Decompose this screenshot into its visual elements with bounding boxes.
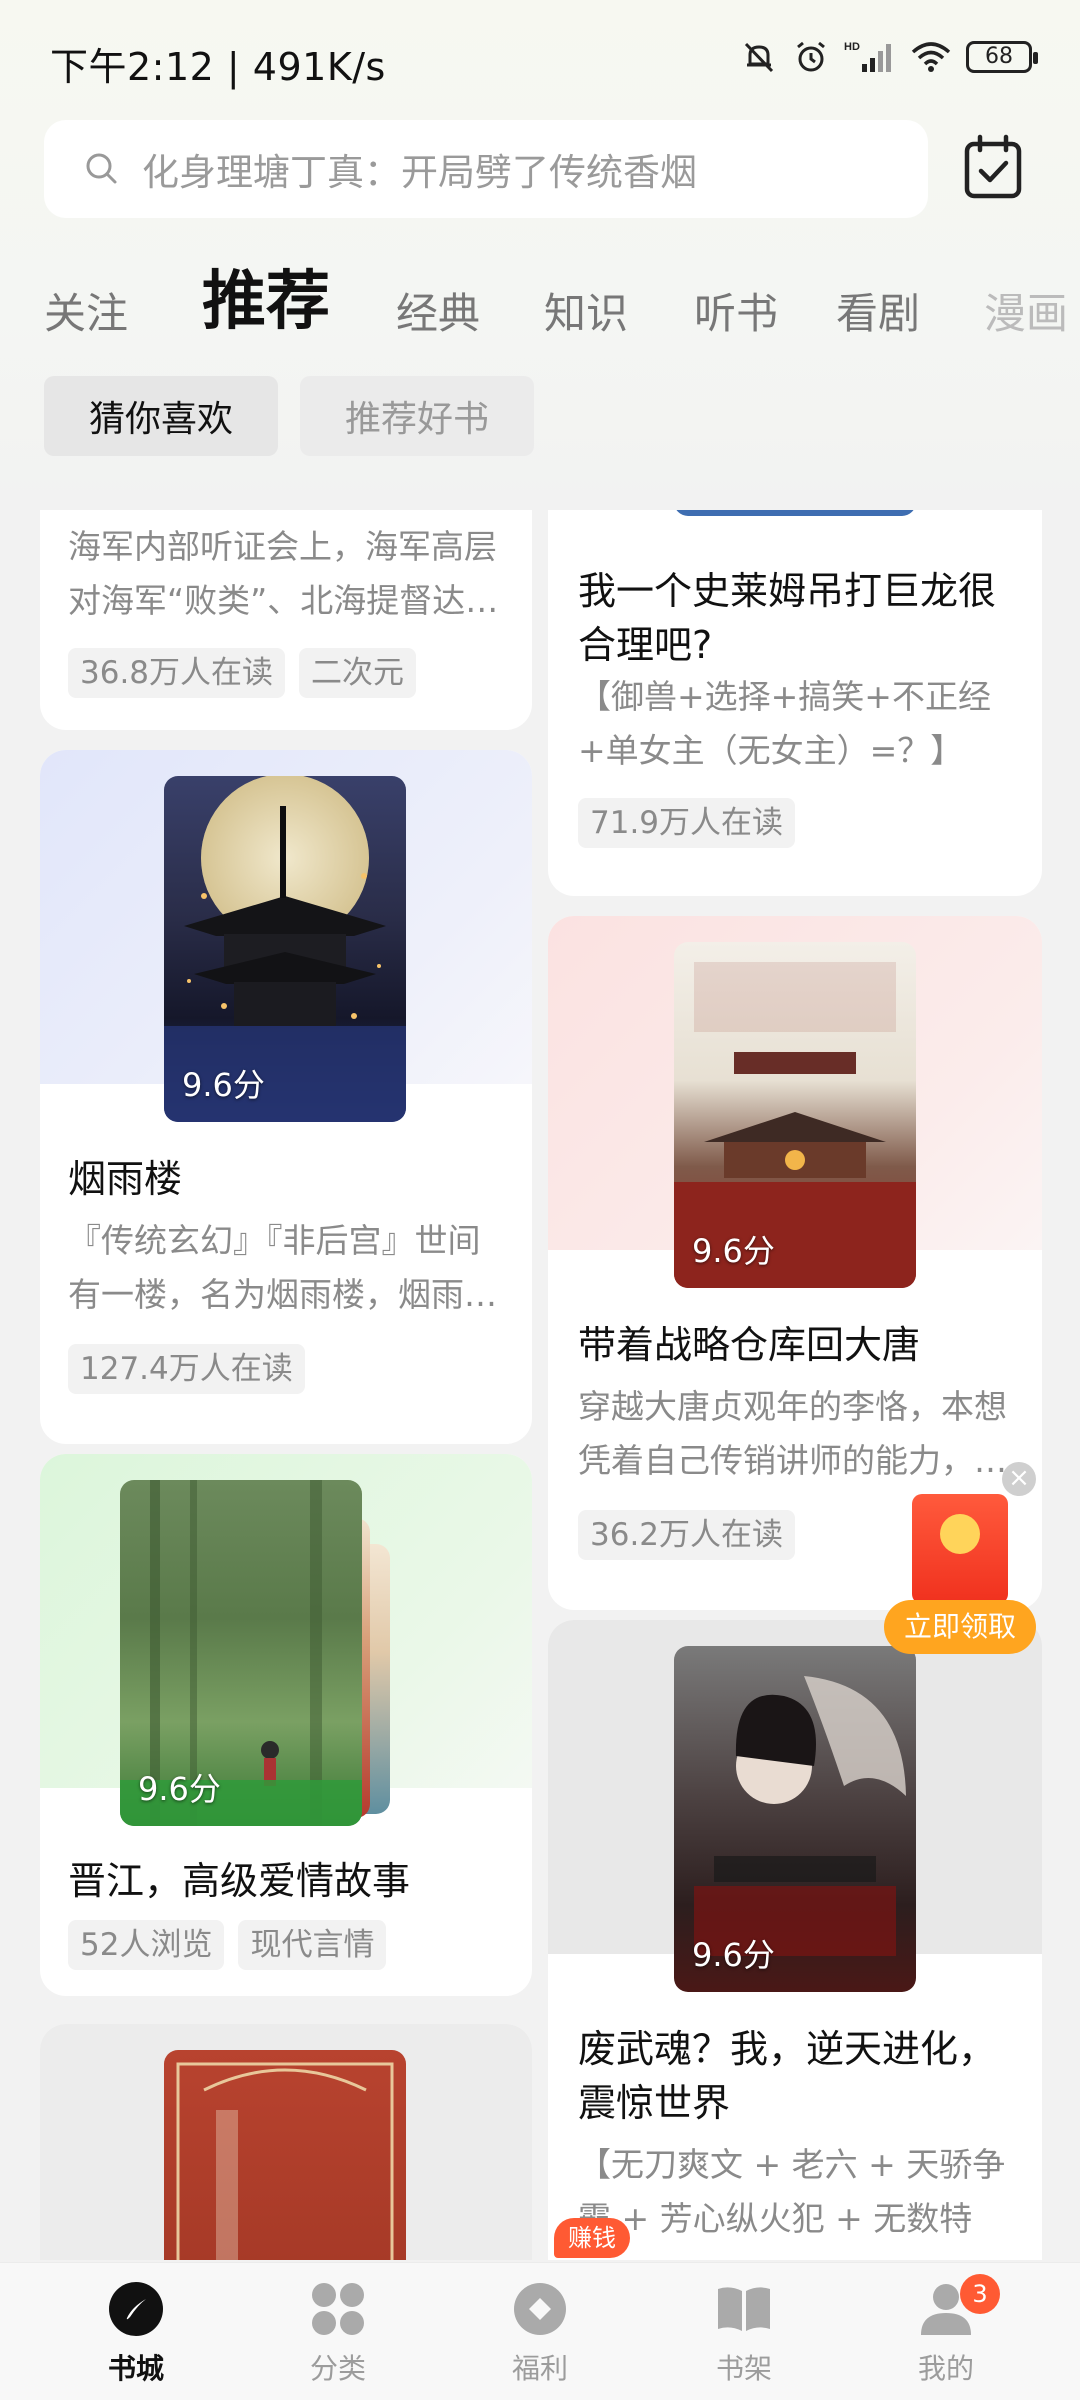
tab-classic[interactable]: 经典 (396, 280, 480, 340)
book-card[interactable]: 我一个史莱姆吊打巨龙很合理吧? 【御兽+选择+搞笑+不正经+单女主（无女主）=？… (548, 510, 1042, 896)
book-title: 带着战略仓库回大唐 (578, 1323, 921, 1367)
mute-bell-icon (744, 42, 774, 73)
book-card[interactable]: 9.6分 烟雨楼 『传统玄幻』『非后宫』世间有一楼，名为烟雨楼，烟雨… 127.… (40, 750, 532, 1444)
tab-recommend[interactable]: 推荐 (202, 250, 330, 340)
book-card[interactable]: 9.6分 废武魂？我，逆天进化，震惊世界 【无刀爽文 + 老六 + 天骄争霸 +… (548, 1620, 1042, 2260)
nav-label: 分类 (309, 2352, 366, 2385)
read-count-tag: 71.9万人在读 (578, 798, 796, 848)
coin-icon (940, 1514, 980, 1554)
genre-tag: 二次元 (299, 648, 417, 698)
wifi-icon (911, 42, 951, 72)
cover-art (176, 2062, 394, 2260)
book-description: 『传统玄幻』『非后宫』世间有一楼，名为烟雨楼，烟雨… (68, 1221, 497, 1314)
nav-label: 书城 (107, 2352, 164, 2385)
bottom-nav: 书城 分类 福利 书架 我的 (0, 2262, 1080, 2400)
subtab-good-books[interactable]: 推荐好书 (300, 376, 534, 456)
book-title: 废武魂？我，逆天进化，震惊世界 (578, 2027, 997, 2125)
notification-count-badge: 3 (960, 2274, 1000, 2314)
book-description: 【御兽+选择+搞笑+不正经+单女主（无女主）=？】一… (578, 677, 991, 770)
read-count-tag: 127.4万人在读 (68, 1344, 305, 1394)
book-card[interactable]: 海军内部听证会上，海军高层对海军“败类”、北海提督达… 36.8万人在读 二次元 (40, 510, 532, 730)
signal-icon: HD (844, 41, 891, 72)
search-icon (86, 153, 117, 184)
tab-drama[interactable]: 看剧 (836, 280, 920, 340)
svg-text:HD: HD (844, 41, 860, 53)
battery-indicator: 68 (966, 41, 1038, 73)
book-open-icon (718, 2287, 770, 2331)
nav-item-bookstore[interactable]: 书城 (66, 2281, 206, 2387)
book-cover: 9.6分 (674, 1646, 916, 1992)
book-score: 9.6分 (182, 1066, 265, 1104)
claim-now-button[interactable]: 立即领取 (884, 1600, 1036, 1654)
read-count-tag: 36.8万人在读 (68, 648, 286, 698)
book-description: 海军内部听证会上，海军高层对海军“败类”、北海提督达… (68, 527, 499, 620)
calendar-check-icon[interactable] (962, 134, 1024, 200)
status-icons: HD 68 (740, 38, 1038, 76)
gift-coin-icon (514, 2283, 566, 2335)
tab-knowledge[interactable]: 知识 (544, 280, 628, 340)
book-card[interactable] (40, 2024, 532, 2260)
nav-item-welfare[interactable]: 福利 (470, 2281, 610, 2387)
status-time: 下午2:12 | 491K/s (50, 45, 386, 89)
book-cover (674, 510, 916, 516)
book-score: 9.6分 (692, 1936, 775, 1974)
book-description: 【无刀爽文 + 老六 + 天骄争霸 + 芳心纵火犯 + 无数特殊“… (578, 2145, 1006, 2238)
book-cover (164, 2050, 406, 2260)
red-packet-icon[interactable] (912, 1494, 1008, 1604)
book-title: 烟雨楼 (68, 1157, 183, 1201)
alarm-icon (797, 41, 825, 72)
book-feed: 海军内部听证会上，海军高层对海军“败类”、北海提督达… 36.8万人在读 二次元 (0, 510, 1080, 2260)
grid-icon (312, 2283, 364, 2335)
book-tags: 52人浏览 现代言情 (68, 1920, 387, 1970)
compass-icon (109, 2282, 163, 2336)
book-cover: 9.6分 (120, 1480, 362, 1826)
nav-label: 我的 (917, 2352, 974, 2385)
book-description: 穿越大唐贞观年的李恪，本想凭着自己传销讲师的能力，… (578, 1387, 1007, 1480)
book-title: 我一个史莱姆吊打巨龙很合理吧? (578, 569, 997, 667)
red-packet-close-button[interactable]: × (1002, 1462, 1036, 1496)
book-tags: 127.4万人在读 (68, 1344, 305, 1394)
book-cover: 9.6分 (674, 942, 916, 1288)
search-input[interactable]: 化身理塘丁真：开局劈了传统香烟 (44, 120, 928, 218)
book-cover: 9.6分 (164, 776, 406, 1122)
read-count-tag: 36.2万人在读 (578, 1510, 796, 1560)
status-bar: 下午2:12 | 491K/s HD 68 (0, 0, 1080, 120)
nav-item-category[interactable]: 分类 (268, 2281, 408, 2387)
tab-comic[interactable]: 漫画 (984, 280, 1068, 340)
earn-badge: 赚钱 (554, 2218, 630, 2258)
genre-tag: 现代言情 (238, 1920, 387, 1970)
book-score: 9.6分 (692, 1232, 775, 1270)
nav-item-bookshelf[interactable]: 书架 (674, 2281, 814, 2387)
tab-follow[interactable]: 关注 (44, 280, 128, 340)
book-tags: 36.2万人在读 (578, 1510, 796, 1560)
nav-label: 福利 (511, 2352, 568, 2385)
tab-audiobook[interactable]: 听书 (694, 280, 778, 340)
search-placeholder: 化身理塘丁真：开局劈了传统香烟 (142, 151, 697, 194)
book-score: 9.6分 (138, 1770, 221, 1808)
nav-label: 书架 (715, 2352, 772, 2385)
book-tags: 71.9万人在读 (578, 798, 796, 848)
book-tags: 36.8万人在读 二次元 (68, 648, 417, 698)
book-title: 晋江，高级爱情故事 (68, 1859, 411, 1903)
subtab-guess-you-like[interactable]: 猜你喜欢 (44, 376, 278, 456)
channel-tabs: 关注 推荐 经典 知识 听书 看剧 漫画 (0, 240, 1080, 340)
read-count-tag: 52人浏览 (68, 1920, 225, 1970)
book-card[interactable]: 9.6分 晋江，高级爱情故事 52人浏览 现代言情 (40, 1454, 532, 1996)
